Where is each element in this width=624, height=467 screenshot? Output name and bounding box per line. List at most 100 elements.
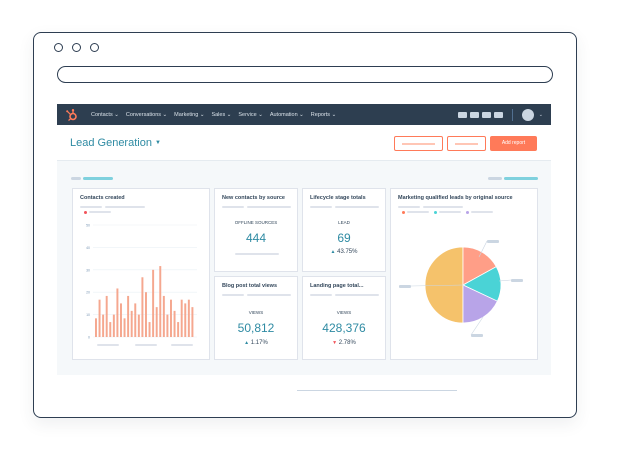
metric-label: OFFLINE SOURCES [234,220,278,225]
y-tick-label: 20 [86,291,90,295]
bar[interactable] [105,295,108,337]
filter-placeholder[interactable] [504,177,538,180]
bar[interactable] [102,314,105,337]
bar[interactable] [127,295,130,337]
y-tick-label: 30 [86,268,90,272]
metric-footer-placeholder [235,253,279,255]
y-tick-label: 50 [86,224,90,228]
nav-utilities: ⌄ [457,108,543,121]
metric-change-value: 2.78% [338,340,356,346]
bar[interactable] [184,303,187,337]
metric-label: LEAD [338,220,350,225]
legend-label-placeholder [89,211,111,213]
nav-utility-icon[interactable] [457,111,467,118]
nav-contacts[interactable]: Contacts ⌄ [91,112,119,118]
window-dot-close[interactable] [54,43,63,52]
bar[interactable] [166,314,169,337]
bar[interactable] [123,318,126,337]
subtitle-placeholder [335,206,379,208]
x-axis-label-placeholder [171,344,193,346]
subtitle-placeholder [310,294,332,296]
blog-views-card[interactable]: Blog post total views VIEWS 50,812 ▲ 1.1… [214,276,298,360]
window-dot-maximize[interactable] [90,43,99,52]
header-action-button-2[interactable] [447,136,486,151]
nav-marketing[interactable]: Marketing ⌄ [174,112,204,118]
bar[interactable] [152,269,155,337]
subtitle-placeholder [247,294,291,296]
new-contacts-card[interactable]: New contacts by source OFFLINE SOURCES 4… [214,188,298,272]
bar[interactable] [155,307,158,337]
bar[interactable] [170,299,172,337]
up-arrow-icon: ▲ [244,340,250,346]
address-bar[interactable] [57,66,553,83]
bar[interactable] [173,310,176,337]
metric-value: 50,812 [237,321,275,335]
x-axis-label-placeholder [135,344,157,346]
bar[interactable] [162,295,165,337]
bar[interactable] [130,310,133,337]
bar[interactable] [116,288,119,337]
bar[interactable] [191,307,194,337]
metric-change-value: 1.17% [250,340,268,346]
sprocket-logo-icon[interactable] [65,108,79,122]
pie-label-placeholder [511,279,523,282]
nav-utility-icon[interactable] [469,111,479,118]
legend-dot [402,211,405,214]
pie-label-placeholder [399,285,411,288]
lifecycle-stage-card[interactable]: Lifecycle stage totals LEAD 69 ▲ 43.75% [302,188,386,272]
bar[interactable] [109,322,112,337]
bar[interactable] [134,303,137,337]
bar[interactable] [177,322,180,337]
subtitle-placeholder [80,206,102,208]
window-controls [54,43,99,52]
card-title: Contacts created [80,195,125,201]
bar[interactable] [180,299,183,337]
nav-reports[interactable]: Reports ⌄ [311,112,336,118]
bar[interactable] [141,277,144,337]
bar[interactable] [98,299,101,337]
add-report-button[interactable]: Add report [490,136,537,151]
contacts-created-card[interactable]: Contacts created 0 10 20 30 40 50 [72,188,210,360]
chevron-down-icon[interactable]: ⌄ [539,112,543,118]
nav-conversations[interactable]: Conversations ⌄ [126,112,167,118]
contacts-bar-chart: 0 10 20 30 40 50 [86,224,197,346]
legend-label-placeholder [407,211,429,213]
bar[interactable] [148,322,151,337]
legend-label-placeholder [439,211,461,213]
x-axis-label-placeholder [97,344,119,346]
dashboard-header: Lead Generation ▼ Add report [57,125,551,161]
filter-placeholder[interactable] [71,177,81,180]
subtitle-placeholder [222,206,244,208]
bar[interactable] [95,318,97,337]
subtitle-placeholder [335,294,379,296]
avatar[interactable] [521,108,534,121]
nav-utility-icon[interactable] [481,111,491,118]
filter-placeholder[interactable] [83,177,113,180]
mql-pie-card[interactable]: Marketing qualified leads by original so… [390,188,538,360]
nav-automation[interactable]: Automation ⌄ [270,112,304,118]
up-arrow-icon: ▲ [330,249,336,255]
card-title: Marketing qualified leads by original so… [398,195,513,201]
metric-change-value: 43.75% [337,249,358,255]
bar[interactable] [145,292,147,337]
card-title: Blog post total views [222,283,278,289]
bar[interactable] [187,299,190,337]
pie-label-placeholder [487,240,499,243]
top-nav: Contacts ⌄ Conversations ⌄ Marketing ⌄ S… [57,104,551,125]
filter-placeholder[interactable] [488,177,502,180]
window-dot-minimize[interactable] [72,43,81,52]
header-action-button-1[interactable] [394,136,443,151]
metric-label: VIEWS [336,310,352,315]
footer-divider [297,390,457,391]
bar[interactable] [112,314,115,337]
nav-sales[interactable]: Sales ⌄ [211,112,231,118]
bar[interactable] [120,303,122,337]
dashboard-title[interactable]: Lead Generation ▼ [70,137,161,149]
nav-utility-icon[interactable] [493,111,503,118]
legend-dot [84,211,87,214]
bar[interactable] [159,266,162,337]
bar[interactable] [137,314,140,337]
metric-value: 444 [245,231,267,245]
landing-views-card[interactable]: Landing page total... VIEWS 428,376 ▼ 2.… [302,276,386,360]
nav-service[interactable]: Service ⌄ [238,112,262,118]
